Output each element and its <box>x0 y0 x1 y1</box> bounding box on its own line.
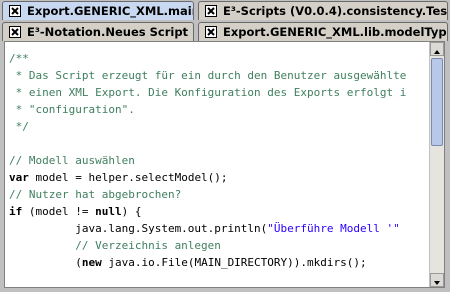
tab-label: E³-Scripts (V0.0.4).consistency.Test <box>223 4 448 18</box>
tab-export-generic-xml-main[interactable]: Export.GENERIC_XML.main <box>2 1 194 20</box>
tab-e3-scripts-consistency-test[interactable]: E³-Scripts (V0.0.4).consistency.Test <box>198 1 448 20</box>
code-token: null <box>95 205 122 218</box>
code-token: "Überführe Modell '" <box>267 222 400 235</box>
code-token: * Das Script erzeugt für ein durch den B… <box>9 69 407 82</box>
code-token: java.lang.System.out.println( <box>9 222 268 235</box>
code-area[interactable]: /** * Das Script erzeugt für ein durch d… <box>9 50 429 271</box>
code-token: (model != <box>22 205 96 218</box>
code-token: */ <box>9 120 29 133</box>
code-token: // Modell auswählen <box>9 154 135 167</box>
code-line: // Verzeichnis anlegen <box>9 237 429 254</box>
tab-row-bottom: E³-Notation.Neues Script Export.GENERIC_… <box>0 21 450 42</box>
tab-label: Export.GENERIC_XML.lib.modelType <box>223 25 448 39</box>
code-line: * "configuration". <box>9 101 429 118</box>
tab-e3-notation-neues-script[interactable]: E³-Notation.Neues Script <box>2 22 194 41</box>
vertical-scrollbar[interactable] <box>429 42 444 287</box>
code-token: * "configuration". <box>9 103 135 116</box>
code-line: * Das Script erzeugt für ein durch den B… <box>9 67 429 84</box>
code-token: model = helper.selectModel(); <box>28 171 228 184</box>
tab-label: Export.GENERIC_XML.main <box>27 4 194 18</box>
code-token: ) { <box>121 205 142 218</box>
code-line: if (model != null) { <box>9 203 429 220</box>
code-token: java.io.File(MAIN_DIRECTORY)).mkdirs(); <box>101 256 367 269</box>
code-line: */ <box>9 118 429 135</box>
arrow-down-icon <box>434 281 440 285</box>
code-editor[interactable]: /** * Das Script erzeugt für ein durch d… <box>4 41 445 288</box>
close-icon[interactable] <box>9 26 21 38</box>
code-token: if <box>9 205 23 218</box>
code-token: new <box>81 256 102 269</box>
arrow-up-icon <box>434 50 440 54</box>
code-token: /** <box>9 52 29 65</box>
code-token: // Nutzer hat abgebrochen? <box>9 188 182 201</box>
scrollbar-thumb[interactable] <box>431 58 443 146</box>
close-icon[interactable] <box>205 26 217 38</box>
tab-row-top: Export.GENERIC_XML.main E³-Scripts (V0.0… <box>0 0 450 21</box>
scroll-up-button[interactable] <box>430 42 444 56</box>
code-line: // Nutzer hat abgebrochen? <box>9 186 429 203</box>
code-line: // Modell auswählen <box>9 152 429 169</box>
code-token: * einen XML Export. Die Konfiguration de… <box>9 86 407 99</box>
scroll-down-button[interactable] <box>430 273 444 287</box>
code-line: (new java.io.File(MAIN_DIRECTORY)).mkdir… <box>9 254 429 271</box>
code-line: /** <box>9 50 429 67</box>
close-icon[interactable] <box>205 5 217 17</box>
code-token: // Verzeichnis anlegen <box>9 239 221 252</box>
close-icon[interactable] <box>9 5 21 17</box>
tab-label: E³-Notation.Neues Script <box>27 25 189 39</box>
code-line: ​ <box>9 135 429 152</box>
code-token: ( <box>9 256 82 269</box>
code-token: var <box>9 171 29 184</box>
code-line: var model = helper.selectModel(); <box>9 169 429 186</box>
tab-export-generic-xml-lib-modeltype[interactable]: Export.GENERIC_XML.lib.modelType <box>198 22 448 41</box>
code-line: * einen XML Export. Die Konfiguration de… <box>9 84 429 101</box>
code-line: java.lang.System.out.println("Überführe … <box>9 220 429 237</box>
